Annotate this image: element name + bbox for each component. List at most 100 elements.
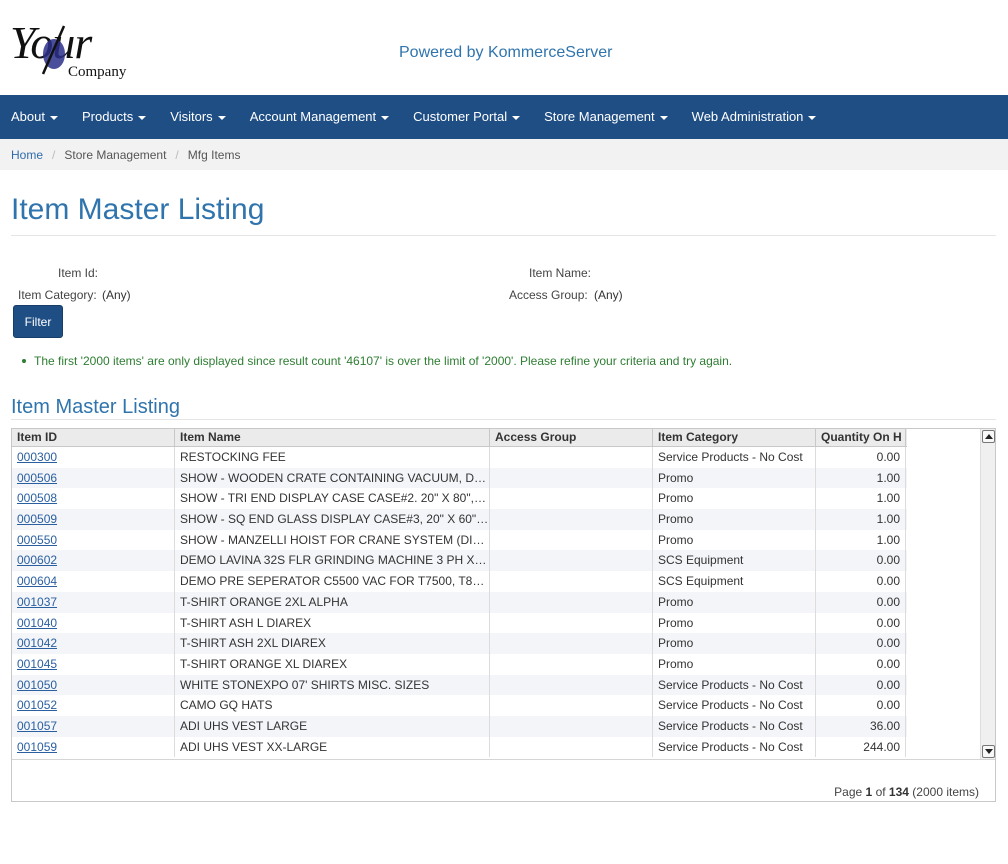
table-row[interactable]: 001057 ADI UHS VEST LARGE Service Products… (12, 715, 907, 737)
item-id-cell[interactable]: 000602 (12, 550, 175, 572)
scroll-down-button[interactable] (982, 745, 995, 758)
total-pages: 134 (888, 785, 909, 799)
table-row[interactable]: 001050 WHITE STONEXPO 07' SHIRTS MISC. SI… (12, 674, 907, 696)
arrow-up-icon (984, 434, 993, 439)
nav-account-management[interactable]: Account Management (239, 95, 402, 139)
access-group-cell (490, 736, 653, 758)
table-row[interactable]: 001052 CAMO GQ HATS Service Products - No … (12, 695, 907, 716)
column-header-quantity-on-hand[interactable]: Quantity On H (816, 429, 906, 447)
item-category-cell: Promo (653, 488, 816, 510)
item-id-cell[interactable]: 000604 (12, 571, 175, 592)
quantity-cell: 0.00 (816, 591, 906, 613)
access-group-label: Access Group: (509, 288, 588, 302)
item-name-cell: SHOW - WOODEN CRATE CONTAINING VACUUM, D… (175, 467, 490, 489)
item-count: (2000 items) (912, 785, 979, 799)
nav-about[interactable]: About (0, 95, 71, 139)
company-logo[interactable]: Your Company (10, 16, 140, 86)
item-name-cell: SHOW - SQ END GLASS DISPLAY CASE#3, 20" … (175, 509, 490, 530)
section-title: Item Master Listing (11, 396, 180, 418)
result-limit-notice: The first '2000 items' are only displaye… (22, 354, 733, 368)
item-id-cell[interactable]: 001050 (12, 674, 175, 696)
arrow-down-icon (984, 749, 993, 754)
table-row[interactable]: 000604 DEMO PRE SEPERATOR C5500 VAC FOR T… (12, 571, 907, 592)
item-id-cell[interactable]: 001042 (12, 633, 175, 654)
table-row[interactable]: 000508 SHOW - TRI END DISPLAY CASE CASE#2… (12, 488, 907, 510)
item-name-cell: ADI UHS VEST XX-LARGE (175, 736, 490, 758)
table-row[interactable]: 000509 SHOW - SQ END GLASS DISPLAY CASE#3… (12, 509, 907, 530)
table-row[interactable]: 001045 T-SHIRT ORANGE XL DIAREX Promo 0.00 (12, 653, 907, 675)
item-name-cell: DEMO LAVINA 32S FLR GRINDING MACHINE 3 P… (175, 550, 490, 572)
item-name-cell: CAMO GQ HATS (175, 695, 490, 716)
access-group-cell (490, 633, 653, 654)
item-category-cell: Promo (653, 612, 816, 634)
scroll-up-button[interactable] (982, 430, 995, 443)
filter-button[interactable]: Filter (13, 305, 63, 338)
grid-scrollbar[interactable] (980, 429, 995, 759)
access-group-value[interactable]: (Any) (594, 288, 623, 302)
table-row[interactable]: 001059 ADI UHS VEST XX-LARGE Service Produ… (12, 736, 907, 758)
quantity-cell: 36.00 (816, 715, 906, 737)
item-id-cell[interactable]: 001040 (12, 612, 175, 634)
table-row[interactable]: 001042 T-SHIRT ASH 2XL DIAREX Promo 0.00 (12, 633, 907, 654)
nav-customer-portal[interactable]: Customer Portal (402, 95, 533, 139)
nav-visitors[interactable]: Visitors (159, 95, 238, 139)
item-id-cell[interactable]: 001052 (12, 695, 175, 716)
column-header-item-name[interactable]: Item Name (175, 429, 490, 447)
table-row[interactable]: 000602 DEMO LAVINA 32S FLR GRINDING MACHI… (12, 550, 907, 572)
item-id-cell[interactable]: 000506 (12, 467, 175, 489)
item-category-cell: Promo (653, 633, 816, 654)
grid-header: Item ID Item Name Access Group Item Cate… (12, 429, 907, 447)
item-id-cell[interactable]: 000550 (12, 529, 175, 551)
item-name-cell: DEMO PRE SEPERATOR C5500 VAC FOR T7500, … (175, 571, 490, 592)
access-group-cell (490, 529, 653, 551)
caret-down-icon (138, 115, 147, 120)
grid-footer-divider (12, 759, 995, 760)
item-name-cell: T-SHIRT ASH 2XL DIAREX (175, 633, 490, 654)
item-id-cell[interactable]: 001045 (12, 653, 175, 675)
item-id-cell[interactable]: 001057 (12, 715, 175, 737)
caret-down-icon (659, 115, 668, 120)
table-row[interactable]: 000550 SHOW - MANZELLI HOIST FOR CRANE SY… (12, 529, 907, 551)
column-header-item-category[interactable]: Item Category (653, 429, 816, 447)
access-group-cell (490, 550, 653, 572)
access-group-cell (490, 674, 653, 696)
item-category-value[interactable]: (Any) (102, 288, 131, 302)
item-id-cell[interactable]: 001037 (12, 591, 175, 613)
item-category-cell: Promo (653, 591, 816, 613)
quantity-cell: 1.00 (816, 467, 906, 489)
item-id-label: Item Id: (58, 266, 99, 280)
column-header-item-id[interactable]: Item ID (12, 429, 175, 447)
quantity-cell: 0.00 (816, 633, 906, 654)
item-id-cell[interactable]: 000300 (12, 447, 175, 468)
nav-products[interactable]: Products (71, 95, 159, 139)
column-header-access-group[interactable]: Access Group (490, 429, 653, 447)
title-divider (11, 235, 996, 236)
quantity-cell: 0.00 (816, 612, 906, 634)
section-divider (11, 419, 996, 420)
quantity-cell: 0.00 (816, 571, 906, 592)
nav-store-management[interactable]: Store Management (533, 95, 681, 139)
access-group-cell (490, 467, 653, 489)
table-row[interactable]: 000506 SHOW - WOODEN CRATE CONTAINING VAC… (12, 467, 907, 489)
bullet-icon (22, 359, 26, 363)
item-name-cell: T-SHIRT ORANGE 2XL ALPHA (175, 591, 490, 613)
quantity-cell: 0.00 (816, 653, 906, 675)
item-category-cell: Promo (653, 653, 816, 675)
item-id-cell[interactable]: 001059 (12, 736, 175, 758)
breadcrumb-separator: / (175, 147, 179, 162)
table-row[interactable]: 001037 T-SHIRT ORANGE 2XL ALPHA Promo 0.00 (12, 591, 907, 613)
item-name-cell: ADI UHS VEST LARGE (175, 715, 490, 737)
item-name-cell: SHOW - TRI END DISPLAY CASE CASE#2. 20" … (175, 488, 490, 510)
item-id-cell[interactable]: 000508 (12, 488, 175, 510)
notice-text: The first '2000 items' are only displaye… (34, 354, 733, 368)
nav-web-administration[interactable]: Web Administration (681, 95, 830, 139)
powered-by-text: Powered by KommerceServer (399, 44, 613, 61)
quantity-cell: 244.00 (816, 736, 906, 758)
breadcrumb-home[interactable]: Home (11, 148, 43, 162)
item-category-cell: Promo (653, 467, 816, 489)
item-id-cell[interactable]: 000509 (12, 509, 175, 530)
table-row[interactable]: 001040 T-SHIRT ASH L DIAREX Promo 0.00 (12, 612, 907, 634)
table-row[interactable]: 000300 RESTOCKING FEE Service Products - N… (12, 447, 907, 468)
item-category-cell: Promo (653, 529, 816, 551)
item-category-cell: Service Products - No Cost (653, 695, 816, 716)
